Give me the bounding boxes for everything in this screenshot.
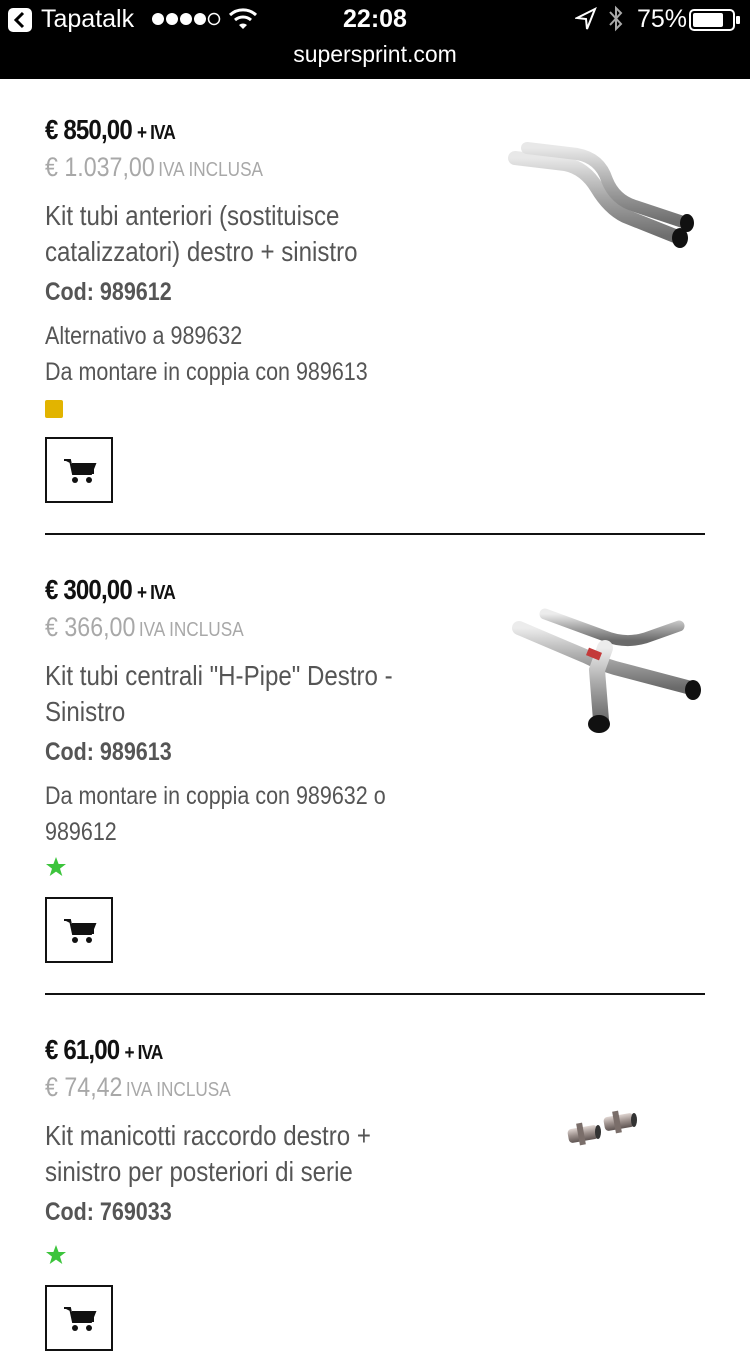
product-title[interactable]: Kit tubi centrali "H-Pipe" Destro - Sini… (45, 658, 449, 730)
product-card: € 61,00 + IVA € 74,42 IVA INCLUSA Kit mani… (45, 1030, 705, 1351)
cart-icon (64, 919, 97, 943)
green-star-badge-icon (46, 1245, 66, 1264)
price-incl-vat: € 1.037,00 IVA INCLUSA (45, 152, 263, 183)
page-url[interactable]: supersprint.com (0, 41, 750, 68)
divider (45, 993, 705, 995)
front-pipes-kit-image[interactable] (505, 140, 705, 280)
vat-incl-note: IVA INCLUSA (125, 1079, 231, 1101)
price-excl-vat: € 850,00 + IVA (45, 114, 176, 146)
price-incl-vat: € 74,42 IVA INCLUSA (45, 1072, 231, 1103)
product-title[interactable]: Kit tubi anteriori (sostituisce catalizz… (45, 198, 449, 270)
yellow-square-badge-icon (45, 400, 63, 418)
vat-note: + IVA (137, 582, 176, 604)
vat-note: + IVA (137, 122, 176, 144)
price-incl-value: € 366,00 (45, 612, 136, 642)
battery-icon (689, 9, 740, 31)
bluetooth-icon (609, 5, 623, 32)
price-value: € 300,00 (45, 574, 133, 605)
price-incl-value: € 74,42 (45, 1072, 123, 1102)
h-pipe-kit-image[interactable] (505, 600, 705, 740)
price-value: € 850,00 (45, 114, 133, 145)
location-arrow-icon (575, 7, 597, 30)
battery-percentage: 75% (637, 5, 688, 33)
product-code: Cod: 769033 (45, 1198, 172, 1226)
price-excl-vat: € 61,00 + IVA (45, 1034, 163, 1066)
vat-note: + IVA (124, 1042, 163, 1064)
price-incl-vat: € 366,00 IVA INCLUSA (45, 612, 244, 643)
cart-icon (64, 1307, 97, 1331)
divider (45, 533, 705, 535)
product-card: € 300,00 + IVA € 366,00 IVA INCLUSA Kit tu… (45, 570, 705, 970)
product-card: € 850,00 + IVA € 1.037,00 IVA INCLUSA Kit … (45, 110, 705, 510)
add-to-cart-button[interactable] (45, 1285, 113, 1351)
product-title[interactable]: Kit manicotti raccordo destro + sinistro… (45, 1118, 449, 1190)
product-code: Cod: 989612 (45, 278, 172, 306)
product-note: Alternativo a 989632 (45, 322, 243, 350)
sleeves-kit-image[interactable] (560, 1105, 650, 1155)
cart-icon (64, 459, 97, 483)
vat-incl-note: IVA INCLUSA (138, 619, 244, 641)
vat-incl-note: IVA INCLUSA (158, 159, 264, 181)
product-note: Da montare in coppia con 989632 o 989612 (45, 782, 386, 846)
price-excl-vat: € 300,00 + IVA (45, 574, 176, 606)
add-to-cart-button[interactable] (45, 897, 113, 963)
product-code: Cod: 989613 (45, 738, 172, 766)
product-note: Da montare in coppia con 989613 (45, 358, 368, 386)
price-value: € 61,00 (45, 1034, 120, 1065)
status-bar: Tapatalk 22:08 75% supersprint.com (0, 0, 750, 79)
price-incl-value: € 1.037,00 (45, 152, 155, 182)
add-to-cart-button[interactable] (45, 437, 113, 503)
green-star-badge-icon (46, 857, 66, 876)
